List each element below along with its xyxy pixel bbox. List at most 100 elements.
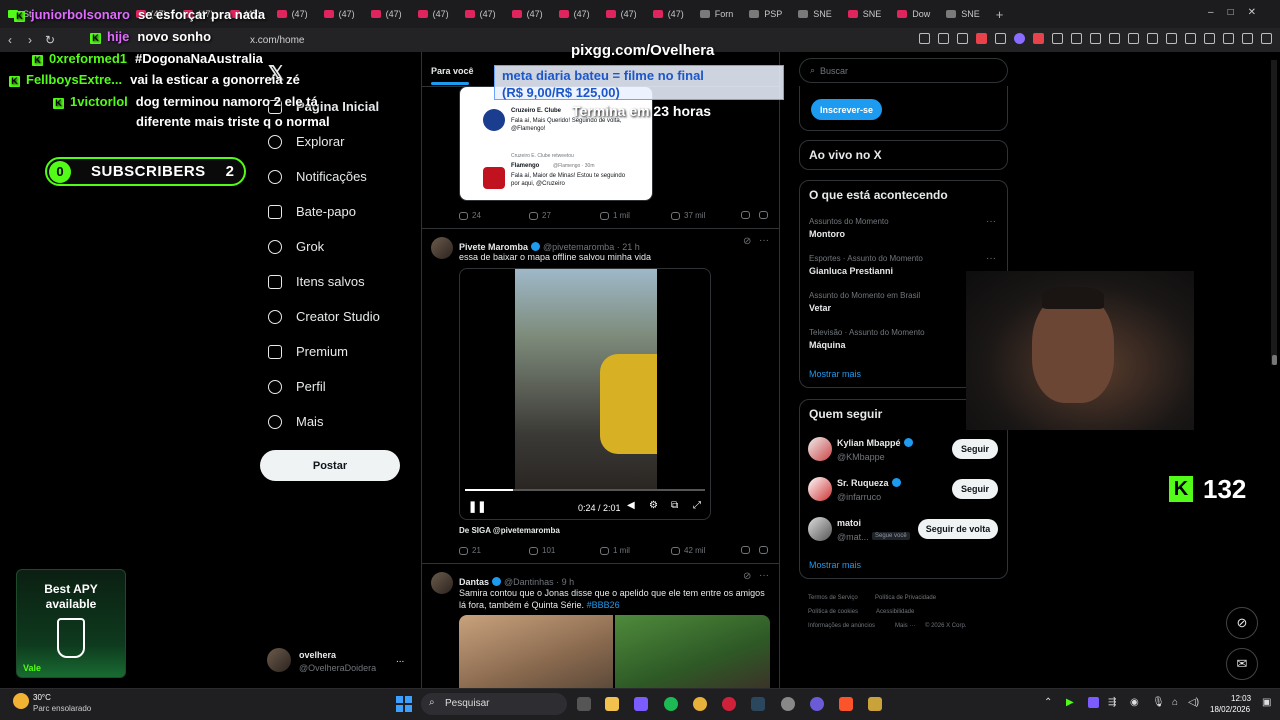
- leo-icon[interactable]: [1223, 33, 1234, 44]
- messages-float-icon[interactable]: ✉: [1226, 648, 1258, 680]
- window-controls-icon[interactable]: –□✕: [1208, 7, 1270, 18]
- nav-premium[interactable]: Premium: [268, 344, 348, 359]
- download-icon[interactable]: [1128, 33, 1139, 44]
- follow-button[interactable]: Seguir: [952, 479, 998, 499]
- back-icon[interactable]: ‹: [0, 33, 20, 47]
- nav-more[interactable]: Mais: [268, 414, 323, 429]
- show-more-link[interactable]: Mostrar mais: [809, 560, 861, 570]
- extension-icon[interactable]: [1071, 33, 1082, 44]
- steam-icon[interactable]: [751, 697, 765, 711]
- nav-bookmarks[interactable]: Itens salvos: [268, 274, 365, 289]
- follow-button[interactable]: Seguir: [952, 439, 998, 459]
- app-icon[interactable]: [781, 697, 795, 711]
- grok-float-icon[interactable]: ⊘: [1226, 607, 1258, 639]
- nav-chat[interactable]: Bate-papo: [268, 204, 356, 219]
- browser-tab[interactable]: (47): [269, 0, 316, 28]
- bookmark-button[interactable]: [741, 211, 750, 219]
- nav-explore[interactable]: Explorar: [268, 134, 344, 149]
- nav-profile[interactable]: Perfil: [268, 379, 326, 394]
- browser-tab[interactable]: (47): [504, 0, 551, 28]
- avatar[interactable]: [808, 517, 832, 541]
- extension-icon[interactable]: [1052, 33, 1063, 44]
- new-tab-icon[interactable]: +: [988, 0, 1012, 28]
- vpn-icon[interactable]: [1242, 33, 1253, 44]
- volume-icon[interactable]: ◁): [1188, 697, 1199, 708]
- taskbar-search[interactable]: ⌕ Pesquisar: [421, 693, 567, 715]
- browser-tab[interactable]: SNE: [790, 0, 840, 28]
- search-input[interactable]: ⌕ Buscar: [799, 58, 1008, 83]
- tweet-author[interactable]: Dantas: [459, 577, 489, 587]
- browser-tab[interactable]: Forn: [692, 0, 742, 28]
- browser-tab[interactable]: (47): [457, 0, 504, 28]
- trend-item[interactable]: Gianluca Prestianni: [809, 266, 893, 276]
- footer-link[interactable]: Mais ···: [895, 623, 915, 629]
- avatar[interactable]: [267, 648, 291, 672]
- network-icon[interactable]: ⌂: [1172, 697, 1178, 708]
- share-button[interactable]: [759, 211, 768, 219]
- popout-icon[interactable]: ⧉: [671, 500, 678, 511]
- apy-ad[interactable]: Best APY available Vale: [16, 569, 126, 678]
- follow-back-button[interactable]: Seguir de volta: [918, 519, 998, 539]
- retweet-button[interactable]: 27: [529, 211, 551, 220]
- trend-menu-icon[interactable]: ···: [986, 253, 996, 264]
- show-more-link[interactable]: Mostrar mais: [809, 369, 861, 379]
- nav-creator-studio[interactable]: Creator Studio: [268, 309, 380, 324]
- footer-link[interactable]: Política de cookies: [808, 609, 858, 615]
- browser-tab[interactable]: (47): [645, 0, 692, 28]
- app-icon[interactable]: [634, 697, 648, 711]
- browser-tab[interactable]: (47): [410, 0, 457, 28]
- tray-app-icon[interactable]: ◉: [1130, 697, 1139, 708]
- grok-icon[interactable]: ⊘: [743, 236, 751, 247]
- trend-item[interactable]: Máquina: [809, 340, 846, 350]
- zoom-icon[interactable]: [919, 33, 930, 44]
- screenshot-icon[interactable]: [938, 33, 949, 44]
- rewards-icon[interactable]: [995, 33, 1006, 44]
- nav-notifications[interactable]: Notificações: [268, 169, 367, 184]
- weather-icon[interactable]: [13, 693, 29, 709]
- avatar[interactable]: [431, 237, 453, 259]
- browser-tab[interactable]: (47): [551, 0, 598, 28]
- browser-tab[interactable]: Dow: [889, 0, 938, 28]
- like-button[interactable]: 1 mil: [600, 546, 630, 555]
- hashtag-link[interactable]: #BBB26: [587, 600, 620, 610]
- address-bar[interactable]: x.com/home: [250, 35, 304, 46]
- tweet-photo[interactable]: [459, 615, 613, 688]
- reload-icon[interactable]: ↻: [40, 33, 60, 47]
- tray-app-icon[interactable]: [1088, 697, 1099, 708]
- browser-tab[interactable]: PSP: [741, 0, 790, 28]
- media-icon[interactable]: [1147, 33, 1158, 44]
- tweet-video[interactable]: ❚❚ 0:24 / 2:01 ◀ ⚙ ⧉ ⤢: [459, 268, 711, 520]
- footer-link[interactable]: Informações de anúncios: [808, 623, 875, 629]
- fullscreen-icon[interactable]: ⤢: [693, 500, 701, 511]
- trend-item[interactable]: Vetar: [809, 303, 831, 313]
- views-button[interactable]: 42 mil: [671, 546, 705, 555]
- file-explorer-icon[interactable]: [605, 697, 619, 711]
- opera-icon[interactable]: [722, 697, 736, 711]
- footer-link[interactable]: Política de Privacidade: [875, 595, 936, 601]
- footer-link[interactable]: Acessibilidade: [876, 609, 914, 615]
- retweet-button[interactable]: 101: [529, 546, 555, 555]
- browser-tab[interactable]: SNE: [938, 0, 988, 28]
- scrollbar-thumb[interactable]: [1272, 355, 1277, 365]
- bookmark-button[interactable]: [741, 546, 750, 554]
- app-icon[interactable]: [868, 697, 882, 711]
- tweet-handle[interactable]: @pivetemaromba · 21 h: [543, 242, 640, 252]
- browser-tab[interactable]: (47): [363, 0, 410, 28]
- app-icon[interactable]: [810, 697, 824, 711]
- forward-icon[interactable]: ›: [20, 33, 40, 47]
- share-icon[interactable]: [957, 33, 968, 44]
- tray-app-icon[interactable]: ⇶: [1108, 697, 1116, 708]
- brave-icon[interactable]: [839, 697, 853, 711]
- suggestion-name[interactable]: Sr. Ruqueza: [837, 478, 904, 488]
- browser-tab[interactable]: (47): [316, 0, 363, 28]
- post-button[interactable]: Postar: [260, 450, 400, 481]
- footer-link[interactable]: Termos de Serviço: [808, 595, 858, 601]
- settings-icon[interactable]: ⚙: [649, 500, 658, 511]
- trend-item[interactable]: Montoro: [809, 229, 845, 239]
- video-source[interactable]: De SIGA @pivetemaromba: [459, 526, 560, 535]
- browser-tab[interactable]: (47): [598, 0, 645, 28]
- tab-for-you[interactable]: Para você: [431, 66, 474, 76]
- subscribe-button[interactable]: Inscrever-se: [811, 99, 882, 120]
- nav-grok[interactable]: Grok: [268, 239, 324, 254]
- grok-icon[interactable]: ⊘: [743, 571, 751, 582]
